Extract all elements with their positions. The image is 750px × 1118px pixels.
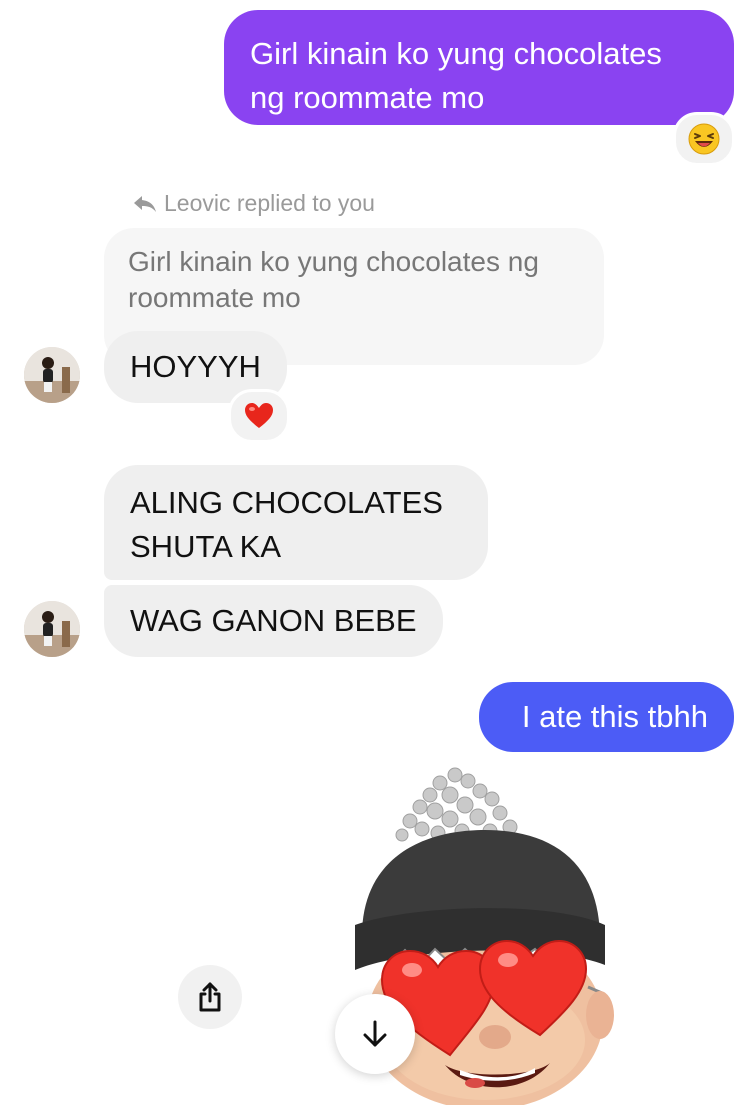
message-text: HOYYYH <box>130 349 261 384</box>
sent-message-bubble[interactable]: I ate this tbhh <box>479 682 734 752</box>
reply-label: Leovic replied to you <box>164 190 375 216</box>
message-text-line: ng roommate mo <box>250 80 485 115</box>
scroll-to-bottom-button[interactable] <box>335 994 415 1074</box>
message-text: WAG GANON BEBE <box>130 603 417 638</box>
message-text: I ate this tbhh <box>521 699 708 734</box>
sent-message-bubble[interactable]: Girl kinain ko yung chocolates ng roomma… <box>224 10 734 125</box>
laughing-face-icon <box>688 123 720 155</box>
message-text-line: ALING CHOCOLATES <box>130 485 443 520</box>
received-message-bubble[interactable]: WAG GANON BEBE <box>104 585 443 657</box>
avatar-photo <box>24 347 80 403</box>
red-heart-icon <box>245 403 273 428</box>
laughing-reaction[interactable] <box>673 112 735 166</box>
message-text-line: SHUTA KA <box>130 529 282 564</box>
share-button[interactable] <box>178 965 242 1029</box>
arrow-down-icon <box>363 1020 387 1047</box>
quoted-text-line: Girl kinain ko yung chocolates ng <box>128 246 539 277</box>
message-text-line: Girl kinain ko yung chocolates <box>250 36 662 71</box>
avatar-photo <box>24 601 80 657</box>
avatar[interactable] <box>24 347 80 403</box>
avatar[interactable] <box>24 601 80 657</box>
heart-reaction[interactable] <box>228 389 290 443</box>
reply-arrow-icon <box>134 195 156 212</box>
received-message-bubble[interactable]: ALING CHOCOLATES SHUTA KA <box>104 465 488 580</box>
reply-header: Leovic replied to you <box>132 190 375 217</box>
share-icon <box>199 982 221 1012</box>
quoted-text-line: roommate mo <box>128 282 301 313</box>
